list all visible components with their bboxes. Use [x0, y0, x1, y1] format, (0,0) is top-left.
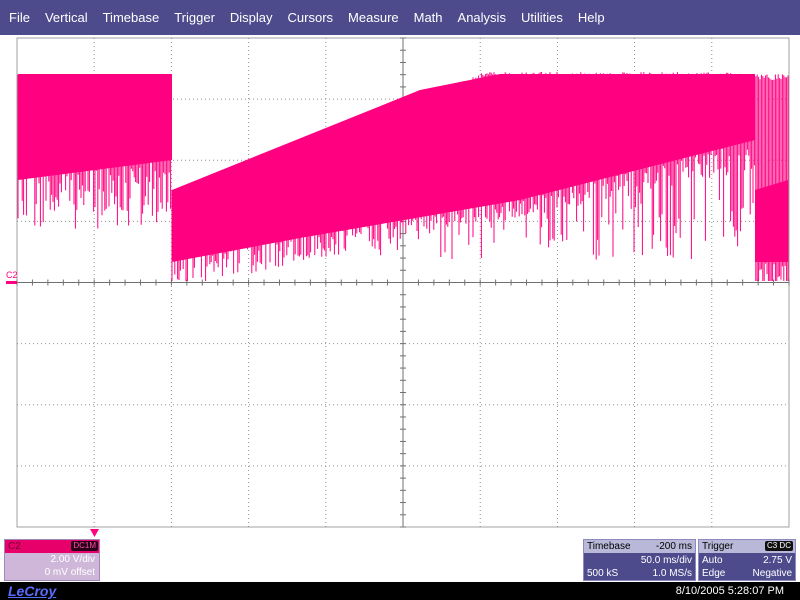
status-datetime: 8/10/2005 5:28:07 PM [675, 585, 784, 597]
menu-measure[interactable]: Measure [342, 0, 405, 35]
menu-bar: File Vertical Timebase Trigger Display C… [0, 0, 800, 35]
menu-analysis[interactable]: Analysis [452, 0, 512, 35]
menu-help[interactable]: Help [572, 0, 611, 35]
trigger-type: Edge [702, 568, 726, 579]
trigger-source-badge: C3 DC [764, 541, 793, 551]
menu-file[interactable]: File [3, 0, 36, 35]
menu-timebase[interactable]: Timebase [97, 0, 166, 35]
triangle-down-icon[interactable] [90, 529, 99, 537]
timebase-delay: -200 ms [655, 541, 692, 552]
status-bar: LeCroy 8/10/2005 5:28:07 PM [0, 582, 800, 600]
trigger-mode: Auto [702, 555, 723, 566]
channel-name: C2 [8, 541, 21, 552]
menu-trigger[interactable]: Trigger [168, 0, 221, 35]
timebase-time-per-div: 50.0 ms/div [640, 555, 692, 566]
menu-display[interactable]: Display [224, 0, 279, 35]
menu-cursors[interactable]: Cursors [282, 0, 340, 35]
channel-descriptor[interactable]: C2 DC1M 2.00 V/div 0 mV offset [4, 539, 100, 581]
trigger-descriptor[interactable]: Trigger C3 DC Auto 2.75 V Edge Negative [698, 539, 796, 581]
trigger-slope: Negative [752, 568, 792, 579]
channel-coupling-badge: DC1M [71, 541, 98, 551]
menu-vertical[interactable]: Vertical [39, 0, 94, 35]
timebase-samples: 500 kS [587, 568, 619, 579]
timebase-descriptor[interactable]: Timebase -200 ms 50.0 ms/div 500 kS 1.0 … [583, 539, 696, 581]
trigger-label: Trigger [702, 541, 734, 552]
channel-offset: 0 mV offset [44, 567, 95, 578]
channel-volts-per-div: 2.00 V/div [50, 554, 95, 565]
waveform-display[interactable]: C2 [0, 35, 800, 545]
brand-logo[interactable]: LeCroy [8, 582, 56, 600]
menu-utilities[interactable]: Utilities [515, 0, 569, 35]
trigger-level: 2.75 V [763, 555, 792, 566]
menu-math[interactable]: Math [408, 0, 449, 35]
channel-level-marker-icon[interactable] [6, 281, 17, 284]
timebase-label: Timebase [587, 541, 631, 552]
timebase-sample-rate: 1.0 MS/s [652, 568, 692, 579]
channel-header: C2 DC1M [5, 540, 99, 553]
channel-marker-label: C2 [6, 270, 18, 280]
